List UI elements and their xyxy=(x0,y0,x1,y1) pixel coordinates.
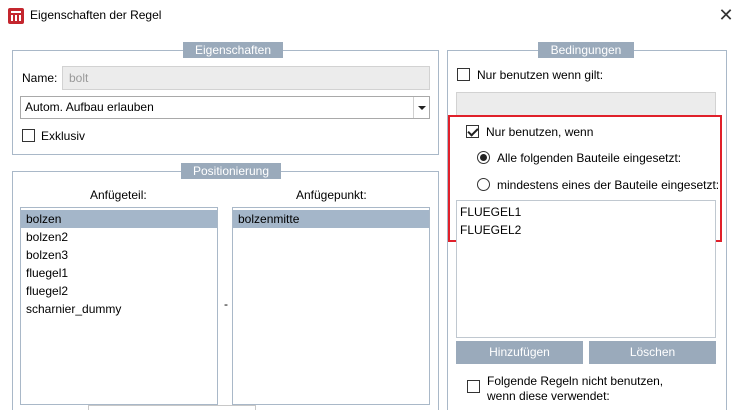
folgende-regeln-checkbox[interactable] xyxy=(467,380,480,393)
list-item[interactable]: fluegel2 xyxy=(21,282,217,300)
condition-expression-field[interactable] xyxy=(456,92,716,116)
anfuegepunkt-label: Anfügepunkt: xyxy=(296,188,367,202)
anfuegeteil-label: Anfügeteil: xyxy=(90,188,147,202)
name-field[interactable]: bolt xyxy=(62,66,430,90)
chevron-down-icon[interactable] xyxy=(413,97,429,118)
list-item[interactable]: bolzenmitte xyxy=(233,210,429,228)
folgende-regeln-label-line1: Folgende Regeln nicht benutzen, xyxy=(487,374,664,388)
list-item[interactable]: bolzen2 xyxy=(21,228,217,246)
add-button[interactable]: Hinzufügen xyxy=(456,341,583,364)
title-bar: Eigenschaften der Regel ✕ xyxy=(0,0,742,32)
delete-button[interactable]: Löschen xyxy=(589,341,716,364)
close-icon[interactable]: ✕ xyxy=(712,3,740,27)
folgende-regeln-label-line2: wenn diese verwendet: xyxy=(487,389,610,403)
list-item[interactable]: fluegel1 xyxy=(21,264,217,282)
bedingungen-title: Bedingungen xyxy=(538,42,634,58)
app-icon xyxy=(8,8,24,24)
list-item[interactable]: FLUEGEL2 xyxy=(457,221,715,239)
name-label: Name: xyxy=(22,71,58,85)
exklusiv-label: Exklusiv xyxy=(41,129,86,143)
window-title: Eigenschaften der Regel xyxy=(30,8,162,22)
anfuegeteil-list[interactable]: bolzen bolzen2 bolzen3 fluegel1 fluegel2… xyxy=(20,207,218,405)
list-item[interactable]: FLUEGEL1 xyxy=(457,203,715,221)
nur-benutzen-gilt-checkbox[interactable] xyxy=(457,68,470,81)
radio-alle[interactable] xyxy=(477,151,490,164)
list-separator: - xyxy=(224,297,228,311)
radio-mindestens-label: mindestens eines der Bauteile eingesetzt… xyxy=(497,178,720,192)
list-item[interactable]: bolzen xyxy=(21,210,217,228)
list-item[interactable]: scharnier_dummy xyxy=(21,300,217,318)
nur-benutzen-gilt-label: Nur benutzen wenn gilt: xyxy=(477,68,604,82)
autobuild-dropdown[interactable]: Autom. Aufbau erlauben xyxy=(20,96,430,119)
eigenschaften-title: Eigenschaften xyxy=(183,42,283,58)
radio-alle-label: Alle folgenden Bauteile eingesetzt: xyxy=(497,151,682,165)
parts-list[interactable]: FLUEGEL1 FLUEGEL2 xyxy=(456,200,716,338)
bottom-field[interactable] xyxy=(88,405,256,410)
nur-benutzen-wenn-label: Nur benutzen, wenn xyxy=(486,125,594,139)
list-item[interactable]: bolzen3 xyxy=(21,246,217,264)
positionierung-title: Positionierung xyxy=(181,163,281,179)
exklusiv-checkbox[interactable] xyxy=(22,129,35,142)
nur-benutzen-wenn-checkbox[interactable] xyxy=(466,125,479,138)
anfuegepunkt-list[interactable]: bolzenmitte xyxy=(232,207,430,405)
radio-mindestens[interactable] xyxy=(477,178,490,191)
autobuild-dropdown-value: Autom. Aufbau erlauben xyxy=(25,100,154,114)
